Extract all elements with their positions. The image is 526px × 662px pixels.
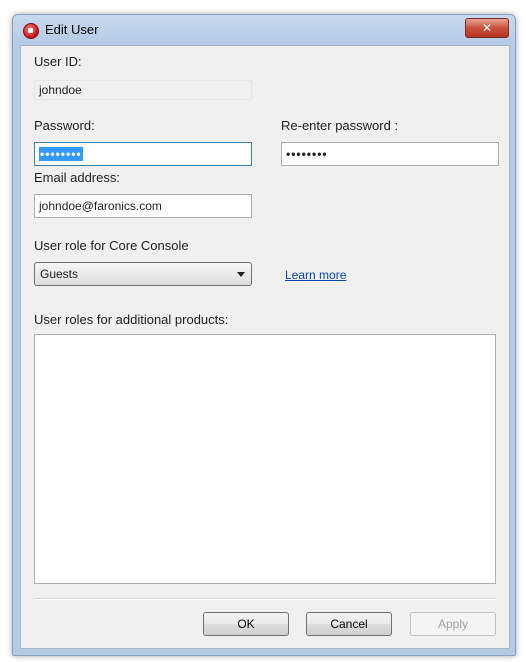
edit-user-dialog: Edit User ✕ User ID: johndoe Password: •… [12,14,516,656]
password-field[interactable]: •••••••• [34,142,252,166]
role-label: User role for Core Console [34,238,189,253]
close-button[interactable]: ✕ [465,18,509,38]
app-icon [23,23,39,39]
apply-button[interactable]: Apply [410,612,496,636]
email-field[interactable]: johndoe@faronics.com [34,194,252,218]
learn-more-link[interactable]: Learn more [285,268,346,282]
window-title: Edit User [45,22,99,37]
cancel-button[interactable]: Cancel [306,612,392,636]
password-value: •••••••• [39,147,83,161]
reenter-password-field[interactable]: •••••••• [281,142,499,166]
ok-button[interactable]: OK [203,612,289,636]
user-id-label: User ID: [34,54,82,69]
additional-roles-label: User roles for additional products: [34,312,229,327]
close-icon: ✕ [481,21,493,35]
role-dropdown[interactable]: Guests [34,262,252,286]
title-bar[interactable]: Edit User ✕ [13,15,515,45]
dialog-body: User ID: johndoe Password: •••••••• Re-e… [20,45,510,649]
role-selected-value: Guests [40,267,79,281]
user-id-field: johndoe [34,80,252,100]
email-label: Email address: [34,170,120,185]
footer-separator [34,598,496,600]
additional-roles-list[interactable] [34,334,496,584]
reenter-password-label: Re-enter password : [281,118,399,133]
chevron-down-icon [237,272,245,277]
password-label: Password: [34,118,95,133]
reenter-password-value: •••••••• [286,147,328,161]
